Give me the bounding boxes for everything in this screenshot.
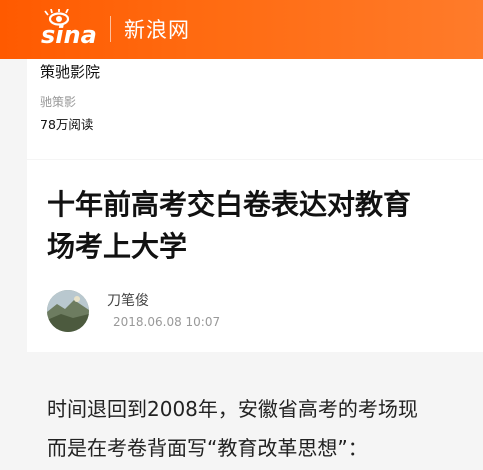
source-card[interactable]: 策驰影院 驰策影 78万阅读 [27, 59, 483, 159]
top-navigation-bar: sina 新浪网 [0, 0, 483, 59]
article-title: 十年前高考交白卷表达对教育 场考上大学 [47, 184, 483, 268]
body-paragraph-line: 而是在考卷背面写“教育改革思想”： [47, 436, 368, 460]
avatar-landscape-icon [47, 290, 89, 332]
source-subtitle: 驰策影 [40, 95, 77, 109]
header-divider [110, 16, 111, 42]
publish-date: 2018.06.08 10:07 [113, 315, 221, 329]
source-title[interactable]: 策驰影院 [40, 61, 100, 83]
article-body: 时间退回到2008年，安徽省高考的考场现 而是在考卷背面写“教育改革思想”： [47, 390, 483, 468]
read-count: 78万阅读 [40, 117, 94, 132]
author-name[interactable]: 刀笔俊 [107, 291, 149, 311]
svg-text:sina: sina [41, 21, 97, 49]
body-paragraph-line: 时间退回到2008年，安徽省高考的考场现 [47, 397, 418, 421]
article-header: 十年前高考交白卷表达对教育 场考上大学 刀笔俊 2018.06.08 10:07 [27, 160, 483, 352]
author-avatar[interactable] [47, 290, 89, 332]
sina-logo-icon[interactable]: sina [40, 9, 102, 49]
site-name[interactable]: 新浪网 [124, 16, 190, 44]
article-title-line-2: 场考上大学 [47, 230, 188, 263]
article-title-line-1: 十年前高考交白卷表达对教育 [47, 188, 412, 221]
